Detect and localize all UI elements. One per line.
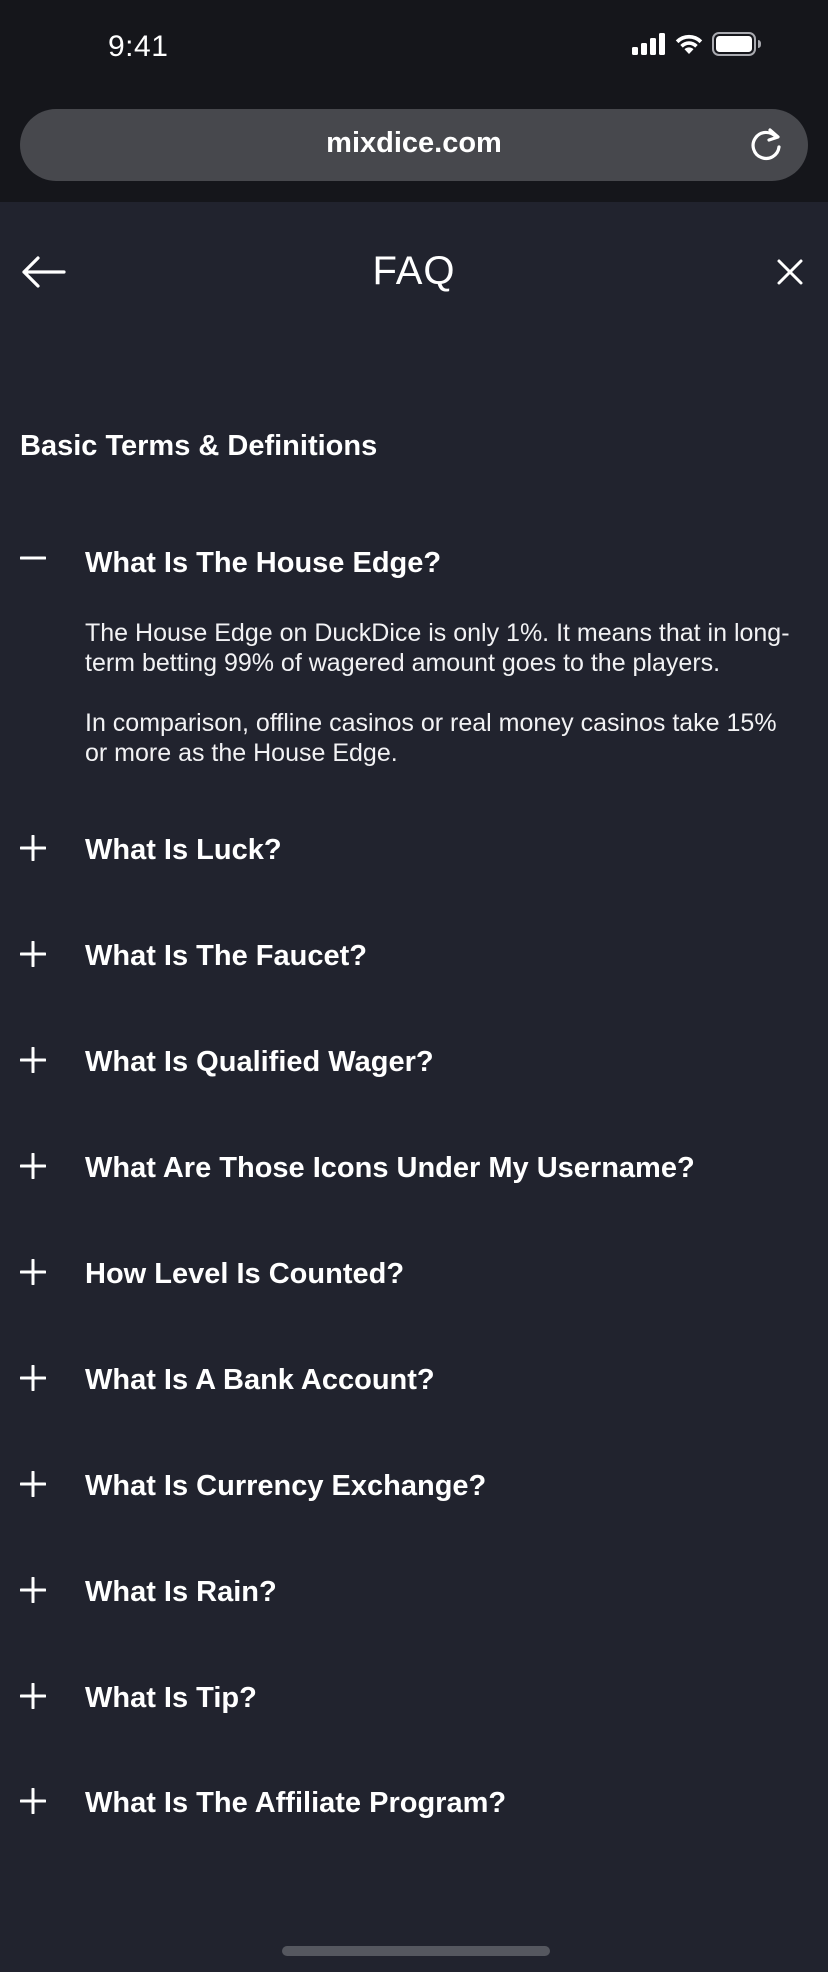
plus-icon[interactable] <box>19 1470 47 1498</box>
faq-question[interactable]: What Is The House Edge? <box>85 547 441 580</box>
faq-question[interactable]: What Is Qualified Wager? <box>85 1046 434 1079</box>
plus-icon[interactable] <box>19 1152 47 1180</box>
plus-icon[interactable] <box>19 1046 47 1074</box>
faq-question[interactable]: How Level Is Counted? <box>85 1258 404 1291</box>
plus-icon[interactable] <box>19 1364 47 1392</box>
faq-question[interactable]: What Are Those Icons Under My Username? <box>85 1152 695 1185</box>
section-title: Basic Terms & Definitions <box>20 430 378 462</box>
faq-answer: The House Edge on DuckDice is only 1%. I… <box>85 618 795 798</box>
battery-icon <box>712 32 762 61</box>
faq-answer-paragraph: The House Edge on DuckDice is only 1%. I… <box>85 619 790 677</box>
faq-question[interactable]: What Is Luck? <box>85 834 282 867</box>
browser-chrome: 9:41 mixdice.com <box>0 0 828 202</box>
minus-icon[interactable] <box>19 545 47 571</box>
faq-question[interactable]: What Is Tip? <box>85 1682 257 1715</box>
plus-icon[interactable] <box>19 834 47 862</box>
plus-icon[interactable] <box>19 1682 47 1710</box>
plus-icon[interactable] <box>19 1787 47 1815</box>
cellular-signal-icon <box>632 33 666 60</box>
faq-answer-paragraph: In comparison, offline casinos or real m… <box>85 709 777 767</box>
faq-header: FAQ <box>0 202 828 342</box>
plus-icon[interactable] <box>19 1576 47 1604</box>
faq-question[interactable]: What Is A Bank Account? <box>85 1364 435 1397</box>
reload-icon[interactable] <box>746 125 786 165</box>
status-icons <box>632 32 762 61</box>
page-title: FAQ <box>372 249 456 293</box>
plus-icon[interactable] <box>19 940 47 968</box>
status-bar: 9:41 <box>0 0 828 96</box>
faq-item-house-edge[interactable]: What Is The House Edge? The House Edge o… <box>0 530 828 810</box>
status-time: 9:41 <box>108 30 169 63</box>
plus-icon[interactable] <box>19 1258 47 1286</box>
url-bar[interactable]: mixdice.com <box>20 109 808 181</box>
home-indicator[interactable] <box>282 1946 550 1956</box>
close-icon[interactable] <box>776 258 804 286</box>
url-text: mixdice.com <box>326 127 502 159</box>
wifi-icon <box>674 33 704 60</box>
faq-question[interactable]: What Is Currency Exchange? <box>85 1470 486 1503</box>
faq-question[interactable]: What Is Rain? <box>85 1576 277 1609</box>
faq-question[interactable]: What Is The Faucet? <box>85 940 367 973</box>
faq-question[interactable]: What Is The Affiliate Program? <box>85 1787 506 1820</box>
